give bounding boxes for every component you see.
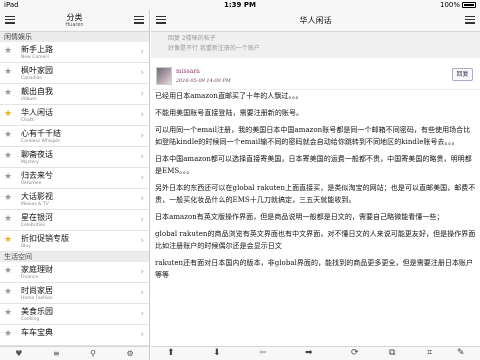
arrow-down-icon[interactable]: ⬇ <box>213 348 221 358</box>
forum-row-returnee[interactable]: ★ 归去来兮 Returnee › <box>0 168 149 189</box>
forum-row-home-fashion[interactable]: ★ 时尚家居 Home Fashion › <box>0 283 149 304</box>
chevron-right-icon: › <box>140 236 144 246</box>
star-icon[interactable]: ★ <box>4 68 12 77</box>
quote-line: 回复 2楼咪的帖子 <box>168 35 216 42</box>
star-icon[interactable]: ★ <box>4 288 12 297</box>
thread-toolbar: ⬆ ⬇ ⬅ ➡ ⟳ ⧉ ⌗ ✎ <box>151 346 480 360</box>
left-nav-bar: 分类 Huaren <box>0 10 149 32</box>
left-subtitle: Huaren <box>65 22 84 28</box>
left-toolbar: ♥ ≡ ⚲ ⚙ <box>0 346 149 360</box>
chevron-right-icon: › <box>140 267 144 277</box>
list-icon[interactable]: ≡ <box>53 349 60 358</box>
forum-row-cars[interactable]: ★ 车车宝典 › <box>0 325 149 346</box>
chevron-right-icon: › <box>140 131 144 141</box>
star-icon[interactable]: ★ <box>4 194 12 203</box>
chevron-right-icon: › <box>140 330 144 340</box>
quote-line: 好像是不行 我重新注册的一个账户 <box>168 45 260 52</box>
app-screen: iPad 1:39 PM 100% 分类 Huaren 闲情娱乐 ★ 新手上路 Ne… <box>0 0 480 360</box>
right-nav-bar: 华人闲话 <box>151 10 480 32</box>
star-icon[interactable]: ★ <box>4 152 12 161</box>
forum-row-newcomers[interactable]: ★ 新手上路 New Comers › <box>0 42 149 63</box>
compose-icon[interactable]: ✎ <box>457 348 465 358</box>
status-bar: iPad 1:39 PM 100% <box>0 0 480 10</box>
chevron-right-icon: › <box>140 215 144 225</box>
reply-button[interactable]: 回复 <box>452 68 473 81</box>
post-author[interactable]: missara <box>176 68 200 75</box>
arrow-right-icon[interactable]: ➡ <box>305 348 313 358</box>
chevron-right-icon: › <box>140 194 144 204</box>
post-date: 2016-05-09 14:00 PM <box>176 78 231 84</box>
star-icon[interactable]: ★ <box>4 215 12 224</box>
avatar[interactable] <box>156 67 172 85</box>
battery-percent: 100% <box>439 1 460 9</box>
forum-list: 闲情娱乐 ★ 新手上路 New Comers › ★ 枫叶家园 Canadian › ★ 靓出… <box>0 32 149 346</box>
battery-icon <box>462 2 476 8</box>
refresh-icon[interactable]: ⟳ <box>351 348 359 358</box>
chevron-right-icon: › <box>140 152 144 162</box>
post-paragraph: 另外日本的东西还可以在global rakuten上面直接买，是类似淘宝的网站；… <box>155 184 476 204</box>
chevron-right-icon: › <box>140 47 144 57</box>
chevron-right-icon: › <box>140 68 144 78</box>
post-paragraph: 不能用美国账号直接登陆，需要注册新的账号。 <box>155 109 304 117</box>
star-icon[interactable]: ★ <box>4 47 12 56</box>
forum-row-mystery[interactable]: ★ 聊斋夜话 Mystery › <box>0 147 149 168</box>
arrow-left-icon[interactable]: ⬅ <box>259 348 267 358</box>
chevron-right-icon: › <box>140 89 144 99</box>
forum-row-canadian[interactable]: ★ 枫叶家园 Canadian › <box>0 63 149 84</box>
thread-menu-icon[interactable] <box>465 16 475 24</box>
thread-title: 华人闲话 <box>299 16 332 25</box>
clock: 1:39 PM <box>224 1 256 9</box>
star-icon[interactable]: ★ <box>4 89 12 98</box>
post-paragraph: 日本中国amazon都可以选择直接寄美国，日本寄美国的运费一般都不贵，中国寄美国… <box>155 155 472 175</box>
grid-icon[interactable]: ⌗ <box>427 348 432 358</box>
forum-row-movies-tv[interactable]: ★ 大话影视 Movies & TV › <box>0 189 149 210</box>
post-paragraph: 已经用日本amazon直邮买了十年的人飘过。。。 <box>155 92 303 100</box>
forum-row-celebrities[interactable]: ★ 星在银河 Celebrities › <box>0 210 149 231</box>
post-content: 已经用日本amazon直邮买了十年的人飘过。。。 不能用美国账号直接登陆，需要注… <box>155 90 476 346</box>
quoted-reply: 回复 2楼咪的帖子 好像是不行 我重新注册的一个账户 <box>151 32 480 58</box>
post-paragraph: global rakuten的商品浏览有英文界面也有中文界面，对不懂日文的人来说… <box>155 230 476 250</box>
settings-icon[interactable]: ⚙ <box>127 349 134 358</box>
section-header: 闲情娱乐 <box>0 32 149 42</box>
star-icon[interactable]: ★ <box>4 173 12 182</box>
forum-list-pane: 分类 Huaren 闲情娱乐 ★ 新手上路 New Comers › ★ 枫叶家园 Can… <box>0 10 150 360</box>
chevron-right-icon: › <box>140 288 144 298</box>
list-options-icon[interactable] <box>134 16 144 24</box>
star-icon[interactable]: ★ <box>4 267 12 276</box>
star-icon[interactable]: ★ <box>4 330 12 339</box>
copy-icon[interactable]: ⧉ <box>389 348 395 358</box>
chevron-right-icon: › <box>140 110 144 120</box>
search-icon[interactable]: ⚲ <box>90 349 96 358</box>
post-header: missara 2016-05-09 14:00 PM 回复 <box>151 62 480 90</box>
forum-row-finance[interactable]: ★ 家庭理财 Finance › <box>0 262 149 283</box>
forum-row-ialbum[interactable]: ★ 靓出自我 iAlbum › <box>0 84 149 105</box>
star-icon[interactable]: ★ <box>4 110 12 119</box>
favorites-icon[interactable]: ♥ <box>15 349 22 358</box>
post-paragraph: rakuten还有面对日本国内的版本，非global界面的，能找到的商品更多更全… <box>155 259 474 279</box>
star-icon[interactable]: ★ <box>4 131 12 140</box>
post-paragraph: 日本amazon有英文版操作界面，但是商品说明一般都是日文的，需要自己略微能看懂… <box>155 213 444 221</box>
star-icon[interactable]: ★ <box>4 236 12 245</box>
forum-row-careless-whisper[interactable]: ★ 心有千千结 Careless Whisper › <box>0 126 149 147</box>
thread-pane: 华人闲话 回复 2楼咪的帖子 好像是不行 我重新注册的一个账户 missara … <box>151 10 480 360</box>
star-icon[interactable]: ★ <box>4 309 12 318</box>
forum-row-cooking[interactable]: ★ 美食乐园 Cooking › <box>0 304 149 325</box>
post-paragraph: 可以用同一个email注册，我的美国日本中国amazon账号都是同一个邮箱不同密… <box>155 126 471 146</box>
chevron-right-icon: › <box>140 173 144 183</box>
forum-row-ibuy[interactable]: ★ 折扣促销专版 iBuy › <box>0 231 149 252</box>
arrow-up-icon[interactable]: ⬆ <box>167 348 175 358</box>
section-header: 生活空间 <box>0 252 149 262</box>
forum-row-chats[interactable]: ★ 华人闲话 Chats › <box>0 105 149 126</box>
chevron-right-icon: › <box>140 309 144 319</box>
